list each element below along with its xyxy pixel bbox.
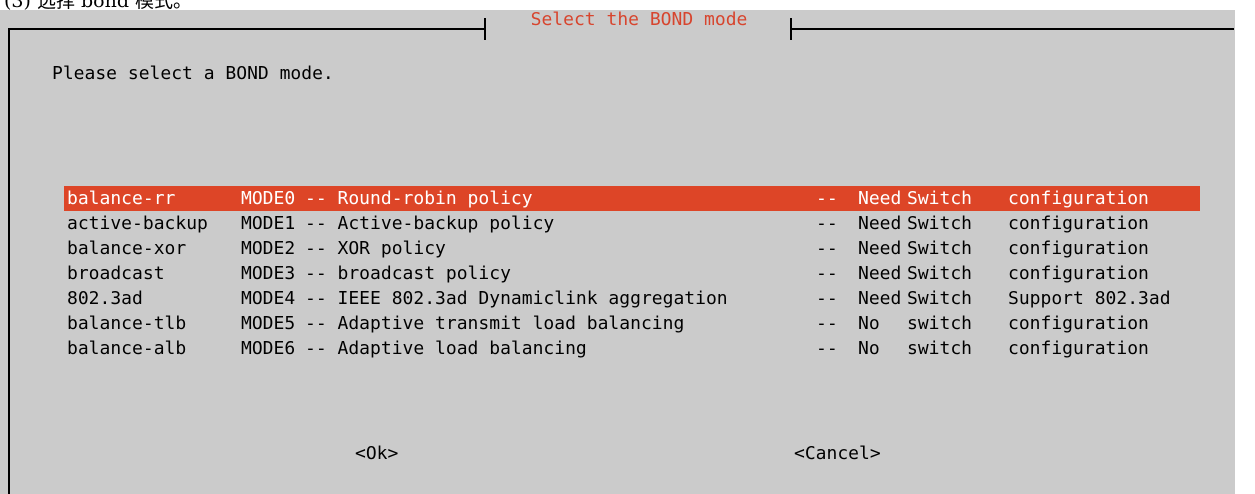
mode-requirement: Need	[858, 263, 902, 284]
dialog-title: Select the BOND mode	[530, 9, 748, 30]
mode-switch-word: switch	[907, 338, 973, 359]
title-right-divider	[790, 18, 792, 40]
mode-requirement: No	[858, 338, 880, 359]
bond-mode-option-active-backup[interactable]: active-backup MODE1 -- Active-backup pol…	[64, 211, 1200, 236]
mode-separator: --	[816, 338, 838, 359]
mode-description: -- IEEE 802.3ad Dynamiclink aggregation	[305, 288, 728, 309]
mode-config: configuration	[1008, 238, 1149, 259]
mode-requirement: Need	[858, 188, 902, 209]
dialog-border-left	[8, 28, 10, 494]
mode-requirement: Need	[858, 288, 902, 309]
mode-name: balance-rr	[67, 188, 176, 209]
mode-separator: --	[816, 213, 838, 234]
bond-mode-option-balance-alb[interactable]: balance-alb MODE6 -- Adaptive load balan…	[64, 336, 1200, 361]
mode-config: configuration	[1008, 188, 1149, 209]
mode-config: configuration	[1008, 263, 1149, 284]
mode-number: MODE1	[241, 213, 296, 234]
mode-separator: --	[816, 313, 838, 334]
mode-number: MODE6	[241, 338, 296, 359]
mode-description: -- broadcast policy	[305, 263, 511, 284]
mode-switch-word: Switch	[907, 238, 973, 259]
bond-mode-option-balance-xor[interactable]: balance-xor MODE2 -- XOR policy -- Need …	[64, 236, 1200, 261]
bond-mode-dialog: Select the BOND mode Please select a BON…	[0, 9, 1235, 494]
title-left-divider	[484, 18, 486, 40]
mode-switch-word: Switch	[907, 188, 973, 209]
mode-switch-word: Switch	[907, 288, 973, 309]
screenshot: (3) 选择 bond 模式。 Select the BOND mode Ple…	[0, 0, 1255, 494]
mode-separator: --	[816, 288, 838, 309]
mode-separator: --	[816, 238, 838, 259]
mode-config: Support 802.3ad	[1008, 288, 1171, 309]
mode-description: -- XOR policy	[305, 238, 446, 259]
mode-name: broadcast	[67, 263, 165, 284]
mode-requirement: Need	[858, 238, 902, 259]
mode-description: -- Round-robin policy	[305, 188, 533, 209]
bond-mode-list[interactable]: balance-rr MODE0 -- Round-robin policy -…	[64, 186, 1200, 361]
mode-number: MODE2	[241, 238, 296, 259]
mode-config: configuration	[1008, 213, 1149, 234]
mode-requirement: Need	[858, 213, 902, 234]
bond-mode-option-broadcast[interactable]: broadcast MODE3 -- broadcast policy -- N…	[64, 261, 1200, 286]
mode-name: active-backup	[67, 213, 208, 234]
mode-name: balance-xor	[67, 238, 187, 259]
mode-switch-word: Switch	[907, 263, 973, 284]
mode-number: MODE3	[241, 263, 296, 284]
dialog-border-top-right	[792, 28, 1234, 30]
mode-number: MODE5	[241, 313, 296, 334]
mode-config: configuration	[1008, 313, 1149, 334]
bond-mode-option-balance-tlb[interactable]: balance-tlb MODE5 -- Adaptive transmit l…	[64, 311, 1200, 336]
mode-switch-word: Switch	[907, 213, 973, 234]
mode-description: -- Adaptive transmit load balancing	[305, 313, 685, 334]
ok-button[interactable]: <Ok>	[355, 442, 398, 466]
mode-config: configuration	[1008, 338, 1149, 359]
mode-description: -- Adaptive load balancing	[305, 338, 587, 359]
mode-name: 802.3ad	[67, 288, 143, 309]
mode-name: balance-tlb	[67, 313, 187, 334]
mode-separator: --	[816, 188, 838, 209]
mode-name: balance-alb	[67, 338, 187, 359]
bond-mode-option-802-3ad[interactable]: 802.3ad MODE4 -- IEEE 802.3ad Dynamiclin…	[64, 286, 1200, 311]
dialog-border-top-left	[8, 28, 484, 30]
mode-switch-word: switch	[907, 313, 973, 334]
mode-description: -- Active-backup policy	[305, 213, 555, 234]
mode-requirement: No	[858, 313, 880, 334]
mode-number: MODE0	[241, 188, 296, 209]
bond-mode-option-balance-rr[interactable]: balance-rr MODE0 -- Round-robin policy -…	[64, 186, 1200, 211]
cancel-button[interactable]: <Cancel>	[794, 442, 881, 466]
mode-separator: --	[816, 263, 838, 284]
mode-number: MODE4	[241, 288, 296, 309]
dialog-prompt: Please select a BOND mode.	[52, 63, 334, 84]
